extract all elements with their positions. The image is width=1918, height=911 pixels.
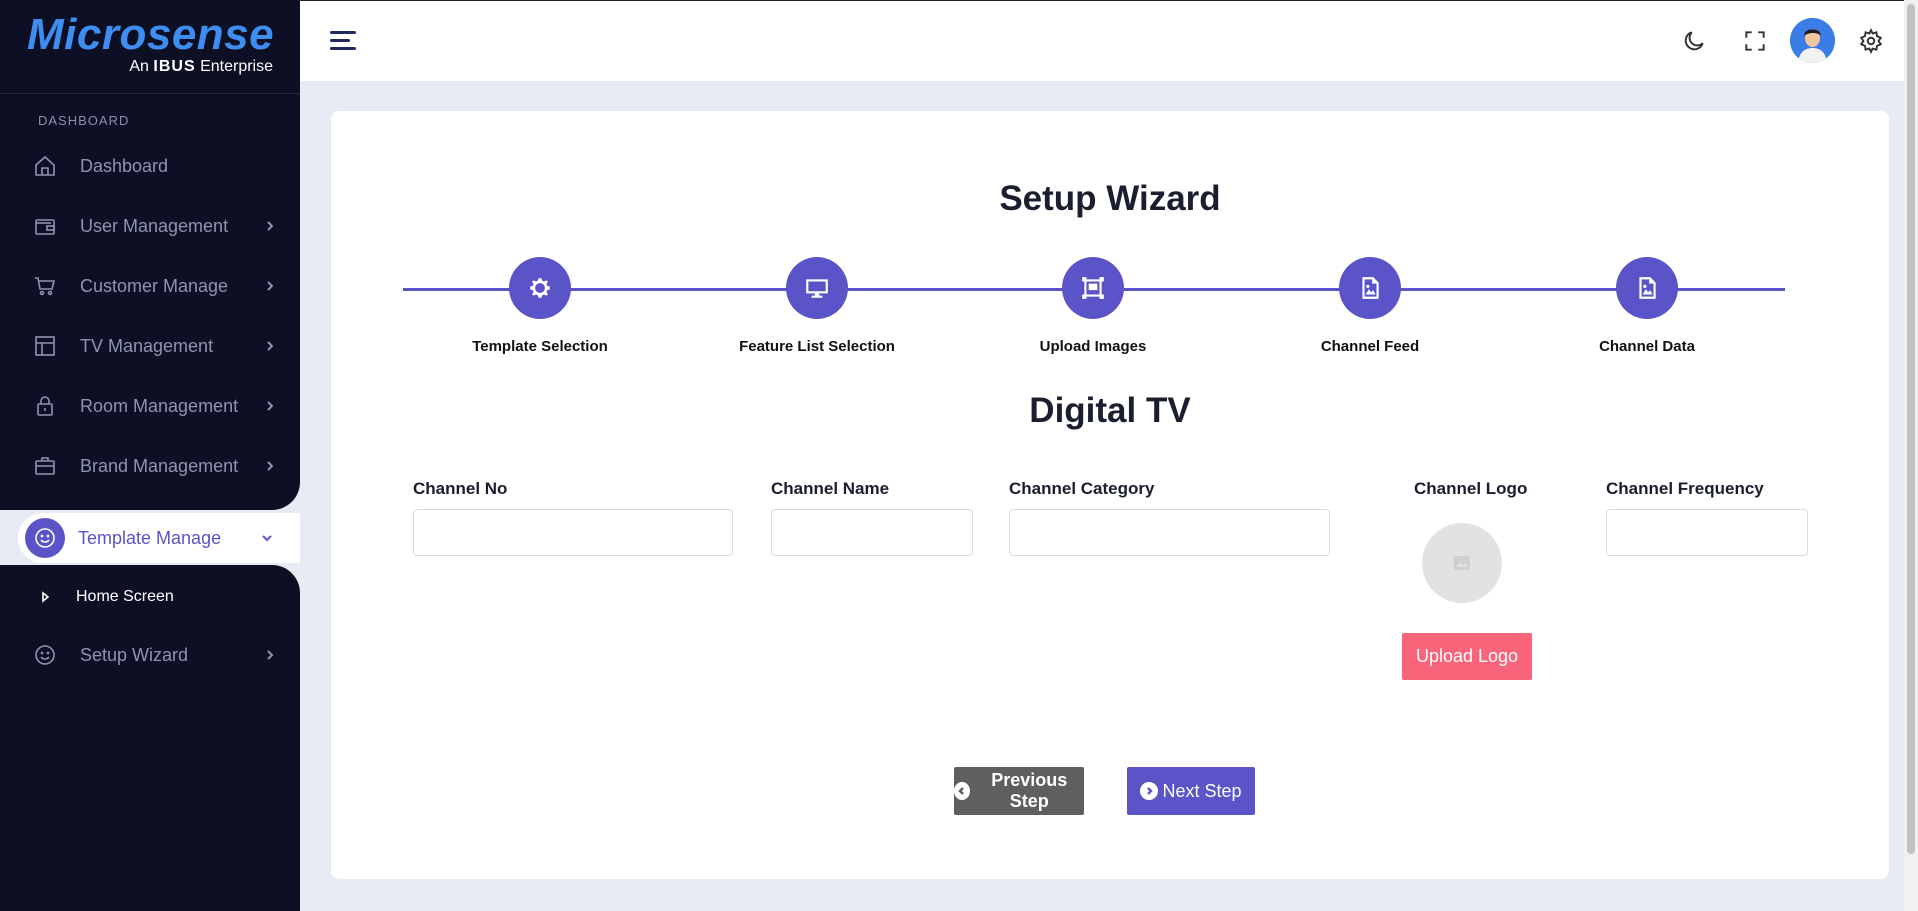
lock-icon [30,391,60,421]
channel-no-field[interactable] [413,509,733,556]
channel-frequency-label: Channel Frequency [1606,479,1764,498]
sidebar-item-customer-manage[interactable]: Customer Manage [30,266,278,306]
step-upload-images[interactable]: Upload Images [973,257,1213,355]
channel-category-field[interactable] [1009,509,1330,556]
sidebar-item-label: Template Manage [78,527,222,548]
tagline-suffix: Enterprise [200,58,273,75]
sidebar-item-user-management[interactable]: User Management [30,206,278,246]
images-icon [1062,257,1124,319]
sidebar-item-setup-wizard[interactable]: Setup Wizard [30,635,278,675]
play-arrow-icon [40,591,52,603]
brand-logo[interactable]: Microsense An IBUS Enterprise [0,0,300,94]
step-label: Upload Images [1039,338,1147,355]
step-channel-data[interactable]: Channel Data [1527,257,1767,355]
fullscreen-icon[interactable] [1739,25,1771,57]
section-title: Digital TV [1029,391,1191,430]
channel-logo-label: Channel Logo [1414,479,1528,498]
step-template-selection[interactable]: Template Selection [420,257,660,355]
step-label: Channel Feed [1320,338,1420,355]
sidebar: Microsense An IBUS Enterprise DASHBOARD … [0,0,300,911]
step-label: Channel Data [1599,338,1695,355]
sidebar-item-tv-management[interactable]: TV Management [30,326,278,366]
setup-wizard-card: Setup Wizard Template Selection Feature … [331,111,1889,879]
layout-icon [30,331,60,361]
upload-logo-button[interactable]: Upload Logo [1402,633,1532,680]
sidebar-item-label: TV Management [80,335,214,356]
previous-step-button[interactable]: Previous Step [954,767,1084,815]
chevron-right-circle-icon [1140,782,1159,800]
chevron-right-icon [262,338,278,354]
menu-icon[interactable] [330,29,358,53]
logo-placeholder [1422,523,1502,603]
top-header [300,0,1918,81]
brand-name: Microsense [27,10,275,59]
step-label: Feature List Selection [739,338,895,355]
avatar[interactable] [1790,18,1835,63]
channel-category-label: Channel Category [1009,479,1155,498]
sidebar-item-dashboard[interactable]: Dashboard [30,146,278,186]
sidebar-top-panel: Microsense An IBUS Enterprise DASHBOARD … [0,0,300,510]
tagline-prefix: An [129,58,149,75]
page-scrollbar[interactable] [1904,0,1918,911]
channel-name-field[interactable] [771,509,973,556]
smile-icon [25,518,65,558]
chevron-right-icon [262,398,278,414]
brand-tagline: An IBUS Enterprise [129,58,273,76]
image-icon [1616,257,1678,319]
nav-heading: DASHBOARD [38,113,130,128]
briefcase-icon [30,451,60,481]
sidebar-item-brand-management[interactable]: Brand Management [30,446,278,486]
step-feature-list-selection[interactable]: Feature List Selection [697,257,937,355]
chevron-right-icon [262,458,278,474]
chevron-right-icon [262,218,278,234]
page-title: Setup Wizard [999,179,1221,218]
sidebar-item-label: Dashboard [80,155,169,176]
sidebar-subitem-label: Home Screen [76,588,174,605]
sidebar-item-label: Customer Manage [80,275,229,296]
chevron-right-icon [262,278,278,294]
channel-frequency-field[interactable] [1606,509,1808,556]
sidebar-item-room-management[interactable]: Room Management [30,386,278,426]
sidebar-item-label: Room Management [80,395,239,416]
tagline-brand: IBUS [153,58,196,75]
step-label: Template Selection [472,338,608,355]
channel-no-label: Channel No [413,479,508,498]
wallet-icon [30,211,60,241]
image-placeholder-icon [1454,556,1470,570]
next-step-button[interactable]: Next Step [1127,767,1255,815]
chevron-down-icon [262,533,272,543]
sidebar-item-label: Setup Wizard [80,644,189,665]
sidebar-item-template-manage[interactable]: Template Manage [18,513,300,563]
gear-icon[interactable] [1855,25,1887,57]
gear-icon [509,257,571,319]
home-icon [30,151,60,181]
previous-step-label: Previous Step [991,770,1068,811]
sidebar-subitem-home-screen[interactable]: Home Screen [40,588,174,606]
sidebar-item-label: Brand Management [80,455,239,476]
chevron-left-circle-icon [954,782,971,800]
sidebar-item-label: User Management [80,215,229,236]
next-step-label: Next Step [1162,780,1242,801]
monitor-icon [786,257,848,319]
channel-name-label: Channel Name [771,479,890,498]
image-icon [1339,257,1401,319]
step-channel-feed[interactable]: Channel Feed [1250,257,1490,355]
scrollbar-thumb[interactable] [1907,4,1915,854]
smile-icon [30,640,60,670]
moon-icon[interactable] [1678,25,1710,57]
chevron-right-icon [262,647,278,663]
cart-icon [30,271,60,301]
sidebar-bottom-panel: Home Screen Setup Wizard [0,565,300,911]
